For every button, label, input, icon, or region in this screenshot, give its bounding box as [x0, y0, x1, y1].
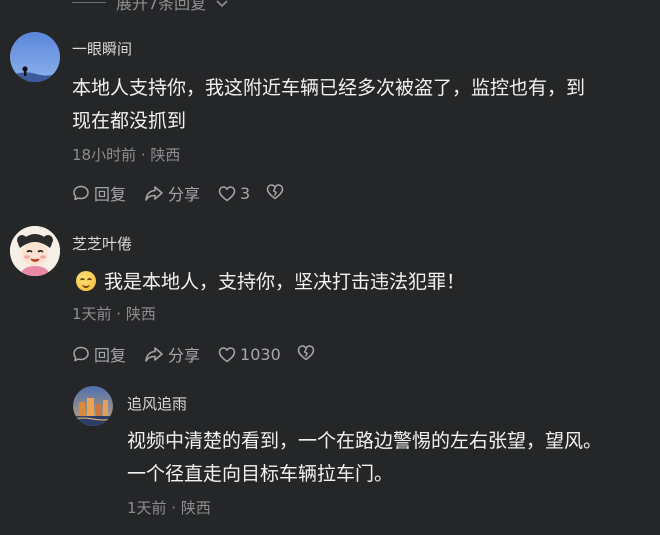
like-button[interactable]: 3 — [218, 184, 250, 203]
reply-text-line: 视频中清楚的看到，一个在路边警惕的左右张望，望风。 — [127, 430, 603, 452]
share-label: 分享 — [168, 346, 201, 365]
share-label: 分享 — [168, 185, 201, 204]
comment-bubble-icon — [72, 345, 90, 363]
reply-text-line: 一个径直走向目标车辆拉车门。 — [127, 463, 394, 485]
avatar[interactable] — [73, 386, 113, 426]
comment-text-line: 本地人支持你，我这附近车辆已经多次被盗了，监控也有，到 — [72, 77, 586, 99]
chevron-down-icon — [216, 0, 228, 12]
smiling-face-emoji-icon — [76, 271, 96, 291]
reply-button[interactable]: 回复 — [72, 181, 126, 205]
broken-heart-icon — [297, 344, 315, 365]
like-button[interactable]: 1030 — [218, 345, 281, 364]
heart-icon — [218, 185, 236, 202]
comment-username[interactable]: 芝芝叶倦 — [72, 233, 132, 254]
reply-label: 回复 — [94, 346, 127, 365]
like-count: 1030 — [240, 344, 281, 364]
comment-text-content: 我是本地人，支持你，坚决打击违法犯罪！ — [104, 271, 466, 293]
comment-actions: 回复 分享 1030 — [72, 342, 315, 366]
expand-replies-label: 展开7条回复 — [116, 0, 207, 13]
reply-username[interactable]: 追风追雨 — [127, 393, 187, 414]
comment-text: 我是本地人，支持你，坚决打击违法犯罪！ — [76, 266, 656, 299]
dislike-button[interactable] — [266, 183, 284, 204]
share-arrow-icon — [144, 345, 164, 363]
share-button[interactable]: 分享 — [144, 181, 200, 205]
comment-meta: 1天前 · 陕西 — [72, 305, 156, 323]
heart-icon — [218, 346, 236, 363]
reply-meta: 1天前 · 陕西 — [127, 499, 211, 517]
reply-button[interactable]: 回复 — [72, 342, 126, 366]
comment-bubble-icon — [72, 184, 90, 202]
comment-thread: 展开7条回复 一眼瞬间 本地人支持你，我这附近车辆已经多次被盗了，监控也有，到 … — [0, 0, 660, 535]
comment-actions: 回复 分享 3 — [72, 181, 284, 205]
comment-meta: 18小时前 · 陕西 — [72, 146, 181, 164]
like-count: 3 — [240, 183, 251, 203]
expand-replies[interactable]: 展开7条回复 — [72, 0, 228, 14]
comment-username[interactable]: 一眼瞬间 — [72, 38, 132, 59]
reply-label: 回复 — [94, 185, 127, 204]
share-arrow-icon — [144, 184, 164, 202]
avatar[interactable] — [10, 32, 60, 82]
comment-text-line: 现在都没抓到 — [72, 110, 187, 132]
broken-heart-icon — [266, 183, 284, 204]
share-button[interactable]: 分享 — [144, 342, 200, 366]
dislike-button[interactable] — [297, 344, 315, 365]
reply-text: 视频中清楚的看到，一个在路边警惕的左右张望，望风。 一个径直走向目标车辆拉车门。 — [127, 425, 657, 491]
avatar[interactable] — [10, 226, 60, 276]
comment-text: 本地人支持你，我这附近车辆已经多次被盗了，监控也有，到 现在都没抓到 — [72, 72, 652, 138]
expand-divider — [72, 1, 106, 3]
